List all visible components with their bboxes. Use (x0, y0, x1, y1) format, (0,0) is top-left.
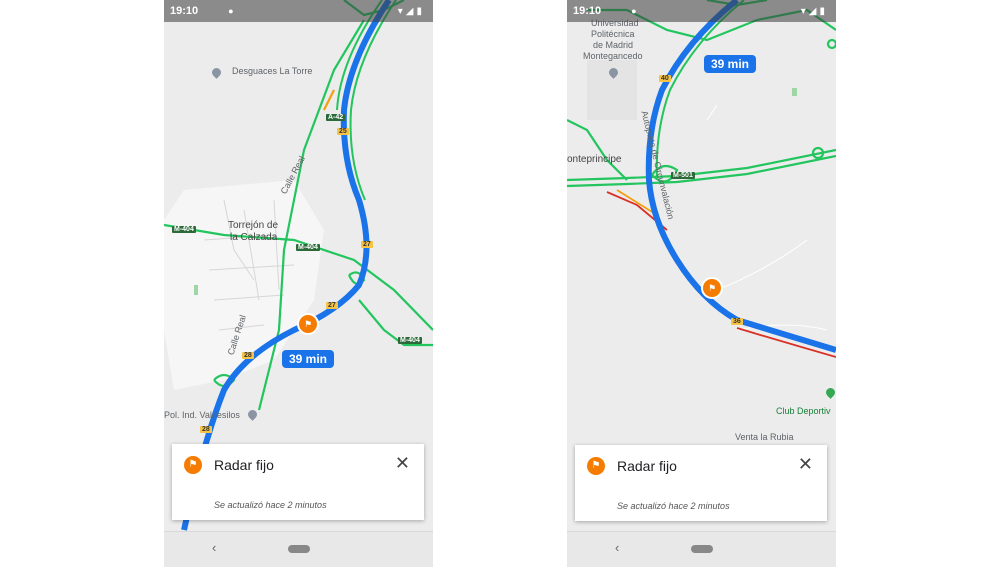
system-nav-bar: ‹ (567, 531, 836, 567)
map-label-university: Politécnica (591, 29, 635, 39)
home-pill-icon[interactable] (691, 545, 713, 553)
map-label-university: Montegancedo (583, 51, 643, 61)
map-label-desguaces: Desguaces La Torre (232, 66, 313, 76)
notification-dot-icon: ● (228, 6, 234, 16)
route-time-chip[interactable]: 39 min (704, 55, 757, 73)
map-label-place: Venta la Rubia (735, 432, 794, 442)
map-label-industrial: Pol. Ind. Valdesilos (164, 410, 240, 420)
map-label-place: onteprincipe (567, 154, 622, 165)
road-badge: A-42 (326, 114, 346, 121)
radar-marker-icon[interactable]: ⚑ (701, 277, 723, 299)
road-badge: 25 (337, 128, 349, 135)
alert-subtitle: Se actualizó hace 2 minutos (214, 500, 327, 510)
radar-marker-icon[interactable]: ⚑ (297, 313, 319, 335)
status-bar: 19:10 ● ▾◢▮ (567, 0, 836, 22)
map-label-town: Torrejón de (228, 220, 279, 231)
alert-title: Radar fijo (617, 458, 677, 474)
phone-screen-left: Desguaces La Torre Torrejón de la Calzad… (164, 0, 433, 567)
alert-title: Radar fijo (214, 457, 274, 473)
radar-icon: ⚑ (184, 456, 202, 474)
status-bar: 19:10 ● ▾◢▮ (164, 0, 433, 22)
status-time: 19:10 (170, 5, 199, 17)
route-time-chip[interactable]: 39 min (282, 350, 335, 368)
back-icon[interactable]: ‹ (615, 540, 619, 555)
radar-icon: ⚑ (587, 457, 605, 475)
home-pill-icon[interactable] (288, 545, 310, 553)
road-badge: M-404 (296, 244, 320, 251)
status-icons: ▾◢▮ (800, 5, 828, 17)
close-icon[interactable]: ✕ (798, 454, 813, 475)
phone-screen-right: Universidad Politécnica de Madrid Monteg… (567, 0, 836, 567)
road-badge: M-501 (671, 172, 695, 179)
radar-alert-card[interactable]: ⚑ Radar fijo ✕ Se actualizó hace 2 minut… (575, 445, 827, 521)
status-time: 19:10 (573, 5, 602, 17)
road-badge: 27 (361, 241, 373, 248)
alert-subtitle: Se actualizó hace 2 minutos (617, 501, 730, 511)
road-badge: 27 (326, 302, 338, 309)
close-icon[interactable]: ✕ (395, 453, 410, 474)
road-badge: 28 (242, 352, 254, 359)
road-badge: 28 (200, 426, 212, 433)
back-icon[interactable]: ‹ (212, 540, 216, 555)
map-label-university: de Madrid (593, 40, 634, 50)
road-badge: 40 (659, 75, 671, 82)
radar-alert-card[interactable]: ⚑ Radar fijo ✕ Se actualizó hace 2 minut… (172, 444, 424, 520)
map-label-club: Club Deportiv (776, 406, 831, 416)
road-badge: M-404 (398, 337, 422, 344)
road-badge: M-404 (172, 226, 196, 233)
system-nav-bar: ‹ (164, 531, 433, 567)
road-badge: 36 (731, 318, 743, 325)
map-label-town: la Calzada (230, 232, 278, 243)
status-icons: ▾◢▮ (397, 5, 425, 17)
notification-dot-icon: ● (631, 6, 637, 16)
